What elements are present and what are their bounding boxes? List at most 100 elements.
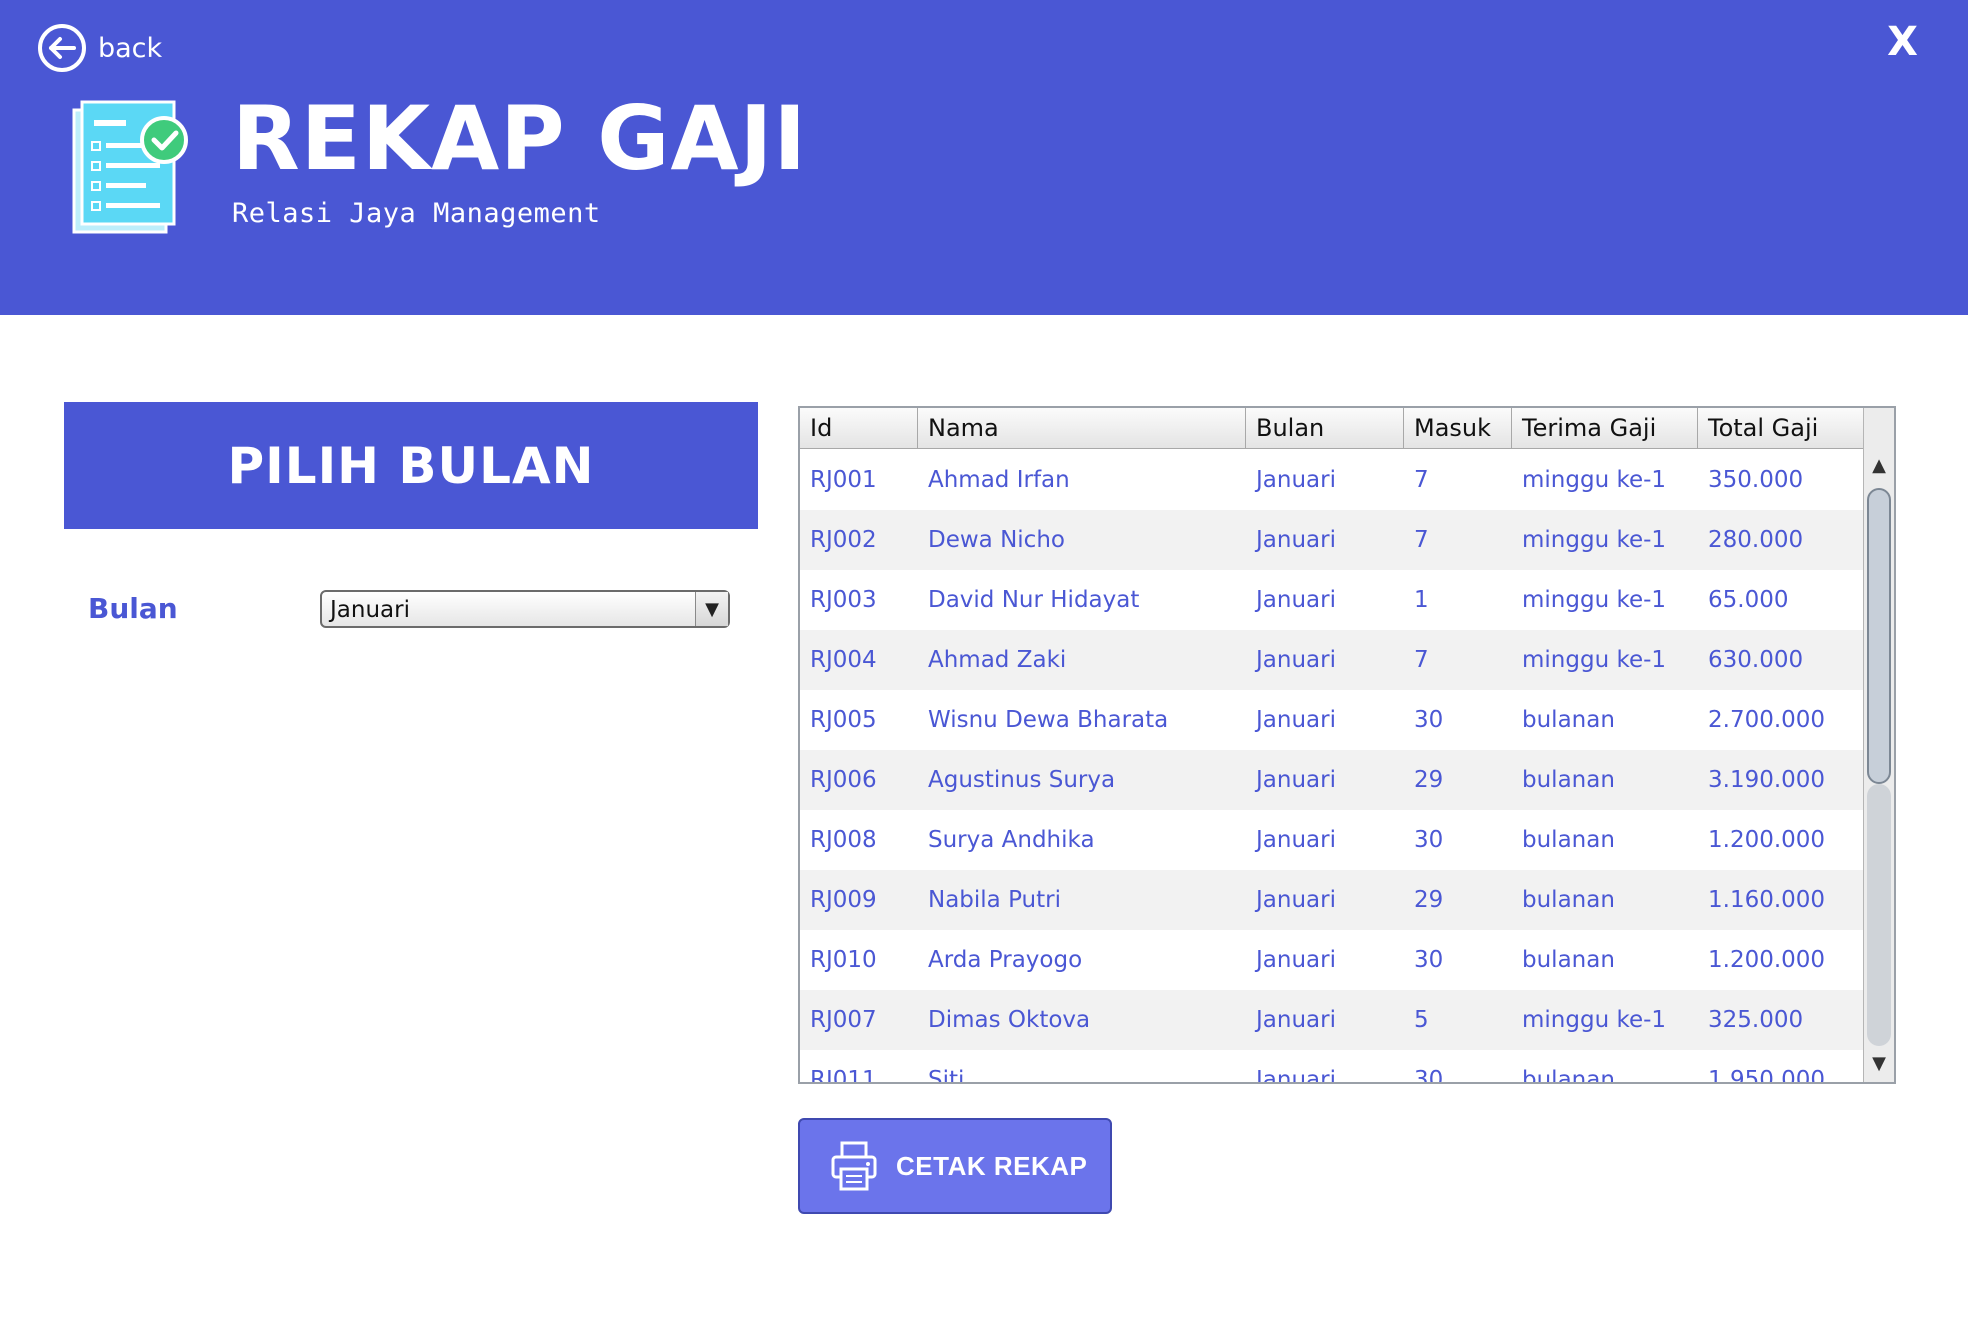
cell-id: RJ003 [810, 587, 877, 613]
cell-terima-gaji: bulanan [1522, 707, 1615, 733]
cell-id: RJ009 [810, 887, 877, 913]
cell-total-gaji: 1.950.000 [1708, 1067, 1826, 1084]
cell-total-gaji: 3.190.000 [1708, 767, 1826, 793]
cell-id: RJ011 [810, 1067, 877, 1084]
cell-nama: Wisnu Dewa Bharata [928, 707, 1169, 733]
month-select-value: Januari [330, 597, 410, 623]
cell-id: RJ002 [810, 527, 877, 553]
table-header: Id Nama Bulan Masuk Terima Gaji Total Ga… [800, 408, 1864, 449]
cell-masuk: 7 [1414, 647, 1429, 673]
table-row[interactable]: RJ007 Dimas Oktova Januari 5 minggu ke-1 325.… [800, 990, 1864, 1050]
back-arrow-circle-icon [38, 24, 86, 72]
document-check-icon [72, 100, 188, 234]
chevron-down-icon[interactable]: ▼ [695, 592, 728, 626]
page-title: REKAP GAJI [232, 87, 808, 190]
cell-masuk: 30 [1414, 1067, 1444, 1084]
cell-terima-gaji: minggu ke-1 [1522, 527, 1667, 553]
back-button[interactable]: back [36, 20, 162, 76]
month-select[interactable]: Januari ▼ [320, 590, 730, 628]
cell-bulan: Januari [1256, 947, 1336, 973]
print-recap-button[interactable]: CETAK REKAP [798, 1118, 1112, 1214]
table-scrollbar[interactable]: ▲ ▼ [1863, 408, 1894, 1082]
cell-total-gaji: 325.000 [1708, 1007, 1804, 1033]
cell-terima-gaji: bulanan [1522, 947, 1615, 973]
cell-id: RJ008 [810, 827, 877, 853]
cell-masuk: 30 [1414, 827, 1444, 853]
cell-nama: Dewa Nicho [928, 527, 1065, 553]
salary-table: Id Nama Bulan Masuk Terima Gaji Total Ga… [798, 406, 1896, 1084]
table-row[interactable]: RJ006 Agustinus Surya Januari 29 bulanan 3.19… [800, 750, 1864, 810]
header-bar: back X REKAP GAJI Relasi Jaya Management [0, 0, 1968, 315]
cell-bulan: Januari [1256, 707, 1336, 733]
cell-id: RJ004 [810, 647, 877, 673]
cell-total-gaji: 65.000 [1708, 587, 1789, 613]
close-button[interactable]: X [1887, 22, 1918, 62]
cell-nama: Arda Prayogo [928, 947, 1083, 973]
cell-bulan: Januari [1256, 647, 1336, 673]
cell-terima-gaji: minggu ke-1 [1522, 467, 1667, 493]
column-header-terima-gaji[interactable]: Terima Gaji [1512, 408, 1698, 448]
page-subtitle: Relasi Jaya Management [232, 198, 601, 229]
table-row[interactable]: RJ005 Wisnu Dewa Bharata Januari 30 bulanan 2… [800, 690, 1864, 750]
table-row[interactable]: RJ004 Ahmad Zaki Januari 7 minggu ke-1 630.00… [800, 630, 1864, 690]
cell-total-gaji: 350.000 [1708, 467, 1804, 493]
cell-bulan: Januari [1256, 1007, 1336, 1033]
cell-bulan: Januari [1256, 827, 1336, 853]
cell-masuk: 30 [1414, 947, 1444, 973]
scroll-down-icon[interactable]: ▼ [1864, 1048, 1894, 1078]
cell-terima-gaji: minggu ke-1 [1522, 587, 1667, 613]
scroll-track[interactable] [1867, 784, 1891, 1046]
cell-nama: Dimas Oktova [928, 1007, 1091, 1033]
cell-total-gaji: 1.200.000 [1708, 827, 1826, 853]
cell-nama: Agustinus Surya [928, 767, 1116, 793]
cell-masuk: 1 [1414, 587, 1429, 613]
table-row[interactable]: RJ011 Siti Januari 30 bulanan 1.950.000 [800, 1050, 1864, 1084]
printer-icon [831, 1141, 877, 1191]
month-picker-header: PILIH BULAN [64, 402, 758, 529]
cell-masuk: 29 [1414, 767, 1444, 793]
table-row[interactable]: RJ010 Arda Prayogo Januari 30 bulanan 1.200.0… [800, 930, 1864, 990]
cell-terima-gaji: minggu ke-1 [1522, 647, 1667, 673]
cell-bulan: Januari [1256, 587, 1336, 613]
cell-total-gaji: 1.160.000 [1708, 887, 1826, 913]
scroll-thumb[interactable] [1867, 488, 1891, 784]
cell-total-gaji: 630.000 [1708, 647, 1804, 673]
cell-id: RJ007 [810, 1007, 877, 1033]
cell-masuk: 7 [1414, 527, 1429, 553]
table-row[interactable]: RJ001 Ahmad Irfan Januari 7 minggu ke-1 350.0… [800, 450, 1864, 510]
column-header-nama[interactable]: Nama [918, 408, 1246, 448]
cell-id: RJ010 [810, 947, 877, 973]
cell-nama: Surya Andhika [928, 827, 1095, 853]
month-picker-title: PILIH BULAN [227, 436, 595, 495]
table-row[interactable]: RJ008 Surya Andhika Januari 30 bulanan 1.200.… [800, 810, 1864, 870]
cell-masuk: 29 [1414, 887, 1444, 913]
cell-total-gaji: 1.200.000 [1708, 947, 1826, 973]
cell-terima-gaji: bulanan [1522, 827, 1615, 853]
table-body: RJ001 Ahmad Irfan Januari 7 minggu ke-1 350.0… [800, 450, 1864, 1084]
table-row[interactable]: RJ003 David Nur Hidayat Januari 1 minggu ke-… [800, 570, 1864, 630]
cell-bulan: Januari [1256, 527, 1336, 553]
cell-masuk: 5 [1414, 1007, 1429, 1033]
cell-masuk: 7 [1414, 467, 1429, 493]
month-label: Bulan [88, 592, 178, 625]
column-header-bulan[interactable]: Bulan [1246, 408, 1404, 448]
cell-bulan: Januari [1256, 467, 1336, 493]
cell-nama: David Nur Hidayat [928, 587, 1140, 613]
print-recap-label: CETAK REKAP [896, 1150, 1088, 1181]
cell-total-gaji: 2.700.000 [1708, 707, 1826, 733]
cell-terima-gaji: bulanan [1522, 767, 1615, 793]
column-header-masuk[interactable]: Masuk [1404, 408, 1512, 448]
cell-masuk: 30 [1414, 707, 1444, 733]
table-row[interactable]: RJ002 Dewa Nicho Januari 7 minggu ke-1 280.00… [800, 510, 1864, 570]
cell-id: RJ001 [810, 467, 877, 493]
cell-id: RJ006 [810, 767, 877, 793]
column-header-total-gaji[interactable]: Total Gaji [1698, 408, 1864, 448]
cell-nama: Ahmad Zaki [928, 647, 1067, 673]
column-header-id[interactable]: Id [800, 408, 918, 448]
table-row[interactable]: RJ009 Nabila Putri Januari 29 bulanan 1.160.0… [800, 870, 1864, 930]
cell-nama: Siti [928, 1067, 965, 1084]
cell-nama: Nabila Putri [928, 887, 1061, 913]
cell-total-gaji: 280.000 [1708, 527, 1804, 553]
cell-id: RJ005 [810, 707, 877, 733]
scroll-up-icon[interactable]: ▲ [1864, 450, 1894, 480]
